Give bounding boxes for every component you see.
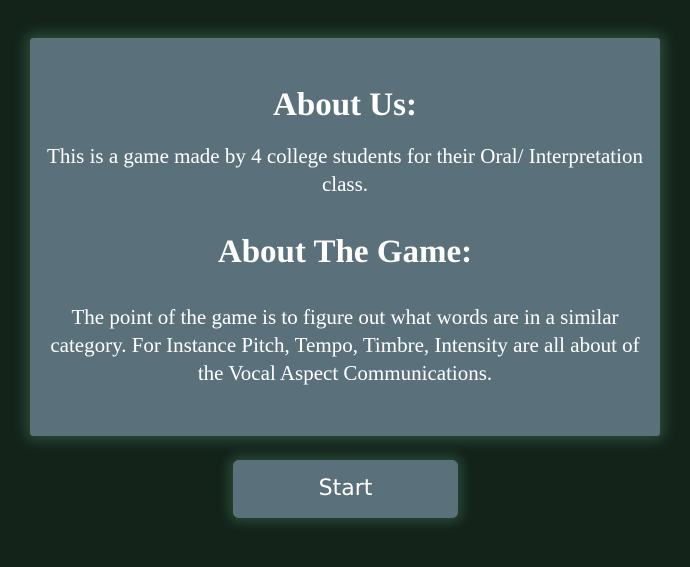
about-game-heading: About The Game: [217, 234, 473, 270]
about-us-heading: About Us: [273, 87, 417, 123]
about-panel: About Us: This is a game made by 4 colle… [30, 38, 660, 436]
about-game-text: The point of the game is to figure out w… [50, 305, 640, 385]
start-button[interactable]: Start [233, 460, 458, 518]
about-us-text: This is a game made by 4 college student… [47, 144, 643, 196]
